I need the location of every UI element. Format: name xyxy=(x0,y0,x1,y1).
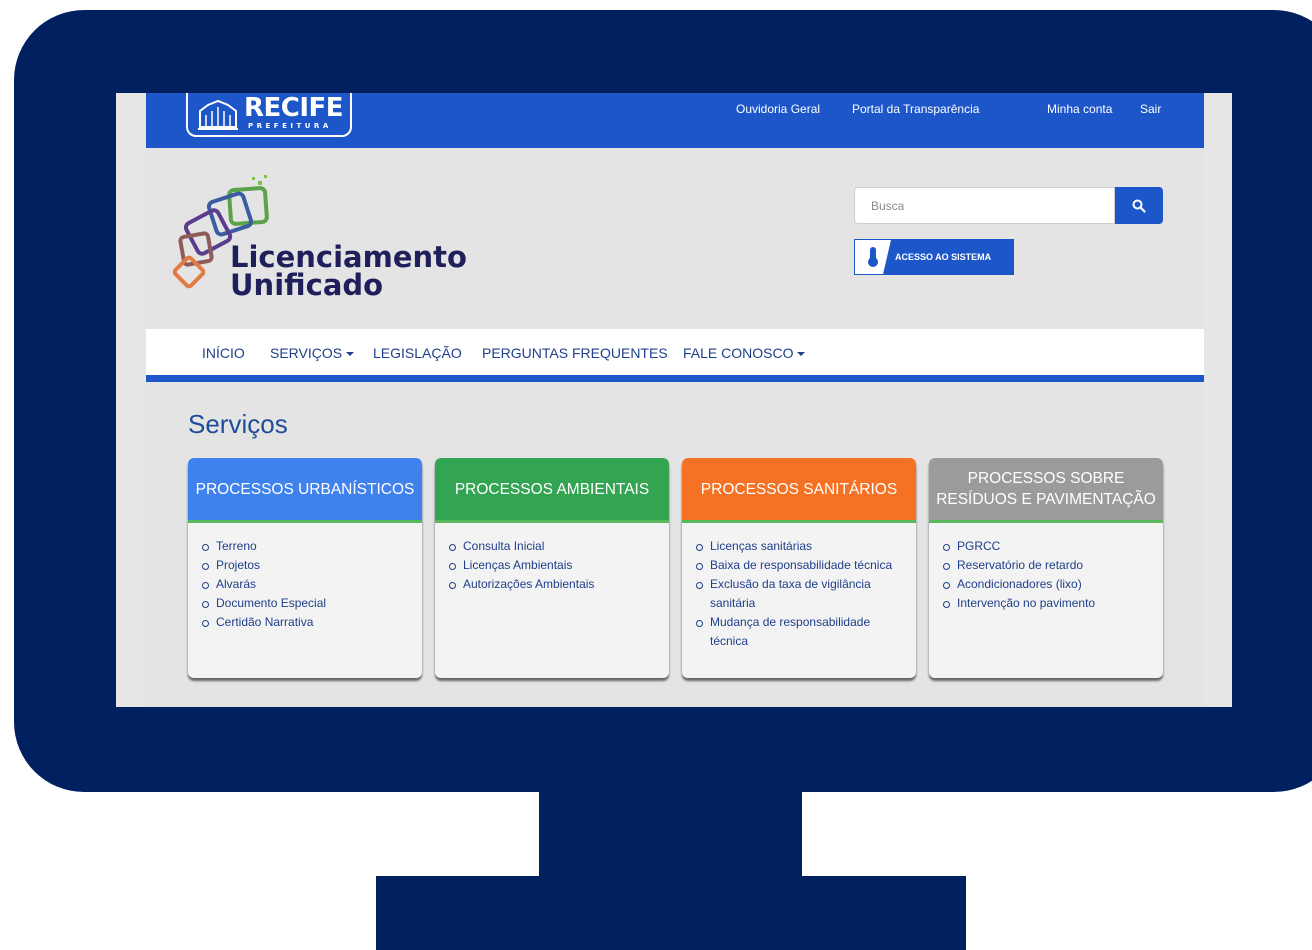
list-item[interactable]: PGRCC xyxy=(943,537,1163,556)
card-residuos: PROCESSOS SOBRE RESÍDUOS E PAVIMENTAÇÃO … xyxy=(929,458,1163,678)
search-button[interactable] xyxy=(1115,187,1163,224)
list-item[interactable]: Intervenção no pavimento xyxy=(943,594,1163,613)
list-item[interactable]: Mudança de responsabilidade técnica xyxy=(696,613,916,651)
page-title: Serviços xyxy=(188,409,288,439)
list-item[interactable]: Alvarás xyxy=(202,575,422,594)
list-item[interactable]: Certidão Narrativa xyxy=(202,613,422,632)
access-system-button[interactable]: ACESSO AO SISTEMA xyxy=(854,239,1014,275)
website: RECIFE PREFEITURA Ouvidoria Geral Portal… xyxy=(146,93,1204,707)
access-system-label: ACESSO AO SISTEMA xyxy=(895,252,992,262)
ouvidoria-link[interactable]: Ouvidoria Geral xyxy=(736,102,820,116)
nav-servicos[interactable]: SERVIÇOS xyxy=(270,345,355,361)
prefeitura-subtext: PREFEITURA xyxy=(248,122,332,130)
nav-fale-conosco-label: FALE CONOSCO xyxy=(683,345,794,361)
minha-conta-link[interactable]: Minha conta xyxy=(1047,102,1112,116)
list-item[interactable]: Projetos xyxy=(202,556,422,575)
card-list: Terreno Projetos Alvarás Documento Espec… xyxy=(188,523,422,632)
nav-inicio-label: INÍCIO xyxy=(202,345,245,361)
card-ambientais: PROCESSOS AMBIENTAIS Consulta Inicial Li… xyxy=(435,458,669,678)
list-item[interactable]: Licenças Ambientais xyxy=(449,556,669,575)
top-bar: RECIFE PREFEITURA Ouvidoria Geral Portal… xyxy=(146,93,1204,148)
nav-legislacao[interactable]: LEGISLAÇÃO xyxy=(373,345,462,361)
nav-legislacao-label: LEGISLAÇÃO xyxy=(373,345,462,361)
main-nav: INÍCIO SERVIÇOS LEGISLAÇÃO PERGUNTAS FRE… xyxy=(146,329,1204,382)
list-item[interactable]: Exclusão da taxa de vigilância sanitária xyxy=(696,575,916,613)
monitor-neck xyxy=(539,788,802,880)
card-list: PGRCC Reservatório de retardo Acondicion… xyxy=(929,523,1163,613)
screen: RECIFE PREFEITURA Ouvidoria Geral Portal… xyxy=(116,93,1232,707)
search-input[interactable] xyxy=(854,187,1115,224)
recife-wordmark: RECIFE xyxy=(244,93,344,123)
list-item[interactable]: Baixa de responsabilidade técnica xyxy=(696,556,916,575)
nav-servicos-label: SERVIÇOS xyxy=(270,345,343,361)
card-header[interactable]: PROCESSOS AMBIENTAIS xyxy=(435,458,669,523)
list-item[interactable]: Terreno xyxy=(202,537,422,556)
list-item[interactable]: Autorizações Ambientais xyxy=(449,575,669,594)
city-emblem-icon xyxy=(198,99,238,130)
sair-link[interactable]: Sair xyxy=(1140,102,1161,116)
brand-line-2: Unificado xyxy=(230,268,384,302)
chevron-down-icon xyxy=(797,352,806,357)
list-item[interactable]: Acondicionadores (lixo) xyxy=(943,575,1163,594)
monitor-base xyxy=(376,876,966,950)
card-list: Consulta Inicial Licenças Ambientais Aut… xyxy=(435,523,669,594)
card-header[interactable]: PROCESSOS URBANÍSTICOS xyxy=(188,458,422,523)
nav-inicio[interactable]: INÍCIO xyxy=(202,345,245,361)
list-item[interactable]: Reservatório de retardo xyxy=(943,556,1163,575)
list-item[interactable]: Documento Especial xyxy=(202,594,422,613)
nav-fale-conosco[interactable]: FALE CONOSCO xyxy=(683,345,806,361)
search-icon xyxy=(1132,199,1146,213)
list-item[interactable]: Licenças sanitárias xyxy=(696,537,916,556)
card-list: Licenças sanitárias Baixa de responsabil… xyxy=(682,523,916,651)
card-header[interactable]: PROCESSOS SANITÁRIOS xyxy=(682,458,916,523)
list-item[interactable]: Consulta Inicial xyxy=(449,537,669,556)
thermometer-icon xyxy=(855,240,891,274)
chevron-down-icon xyxy=(346,352,355,357)
nav-perguntas[interactable]: PERGUNTAS FREQUENTES xyxy=(482,345,668,361)
recife-logo[interactable]: RECIFE PREFEITURA xyxy=(186,93,352,137)
card-sanitarios: PROCESSOS SANITÁRIOS Licenças sanitárias… xyxy=(682,458,916,678)
nav-perguntas-label: PERGUNTAS FREQUENTES xyxy=(482,345,668,361)
card-urbanisticos: PROCESSOS URBANÍSTICOS Terreno Projetos … xyxy=(188,458,422,678)
brand-line-1: Licenciamento xyxy=(230,240,467,274)
brand-title: Licenciamento Unificado xyxy=(230,240,467,302)
transparencia-link[interactable]: Portal da Transparência xyxy=(852,102,979,116)
card-header[interactable]: PROCESSOS SOBRE RESÍDUOS E PAVIMENTAÇÃO xyxy=(929,458,1163,523)
